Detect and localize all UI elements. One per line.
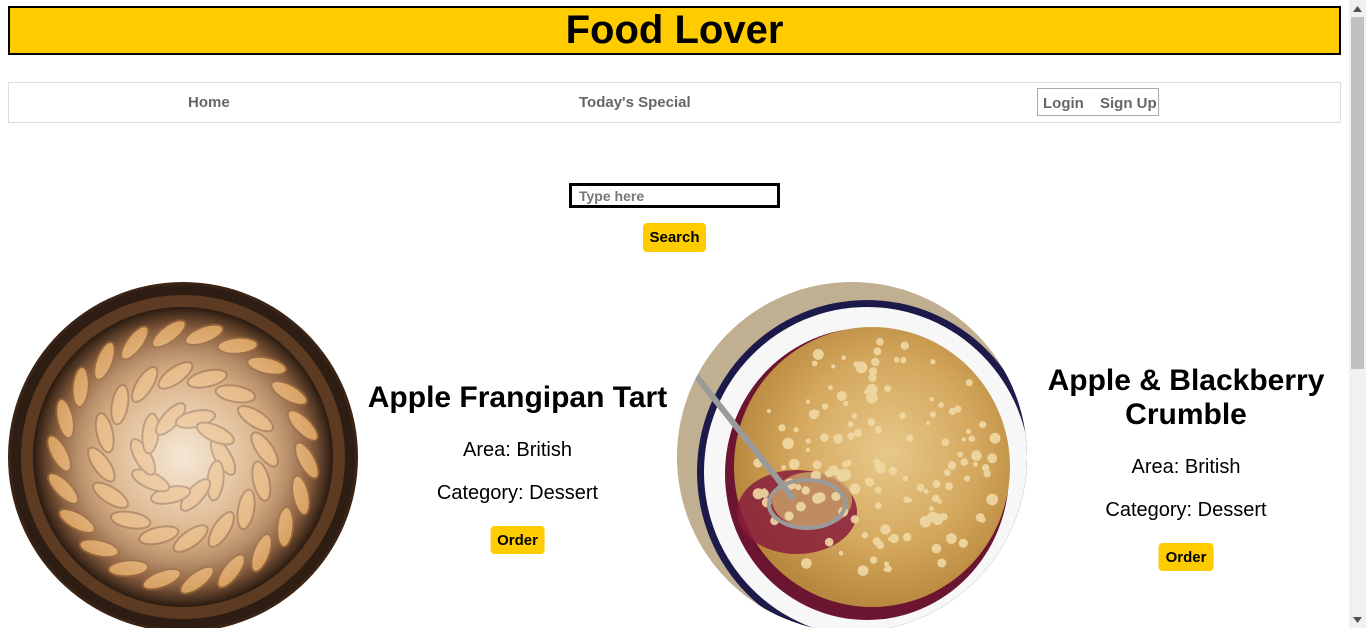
order-button[interactable]: Order bbox=[1158, 543, 1214, 571]
search-button[interactable]: Search bbox=[643, 223, 706, 252]
nav-home-link[interactable]: Home bbox=[188, 94, 230, 111]
meal-image-apple-frangipan-tart bbox=[8, 282, 358, 628]
scroll-down-arrow-icon[interactable] bbox=[1349, 611, 1366, 628]
main-nav: Home Today's Special Login Sign Up bbox=[8, 82, 1341, 123]
scrollbar-thumb[interactable] bbox=[1351, 17, 1364, 369]
meal-card-apple-blackberry-crumble: Apple & Blackberry Crumble Area: British… bbox=[1026, 364, 1346, 574]
order-button[interactable]: Order bbox=[490, 526, 545, 554]
search-input[interactable] bbox=[569, 183, 780, 208]
meal-category: Category: Dessert bbox=[436, 482, 599, 504]
meal-area: Area: British bbox=[1131, 456, 1241, 478]
scroll-up-arrow-icon[interactable] bbox=[1349, 0, 1366, 17]
meal-image-apple-blackberry-crumble bbox=[677, 282, 1027, 628]
meal-card-apple-frangipan-tart: Apple Frangipan Tart Area: British Categ… bbox=[358, 381, 677, 561]
vertical-scrollbar[interactable] bbox=[1349, 0, 1366, 628]
nav-todays-special-link[interactable]: Today's Special bbox=[579, 94, 691, 111]
meal-name: Apple Frangipan Tart bbox=[367, 381, 668, 414]
site-title: Food Lover bbox=[565, 8, 784, 52]
login-link[interactable]: Login bbox=[1043, 95, 1084, 112]
signup-link[interactable]: Sign Up bbox=[1100, 95, 1157, 112]
page: Food Lover Home Today's Special Login Si… bbox=[0, 0, 1349, 628]
auth-links: Login Sign Up bbox=[1037, 88, 1159, 116]
meal-category: Category: Dessert bbox=[1105, 499, 1267, 521]
site-header: Food Lover bbox=[8, 6, 1341, 55]
meal-name: Apple & Blackberry Crumble bbox=[1047, 364, 1325, 431]
meal-area: Area: British bbox=[463, 439, 572, 461]
